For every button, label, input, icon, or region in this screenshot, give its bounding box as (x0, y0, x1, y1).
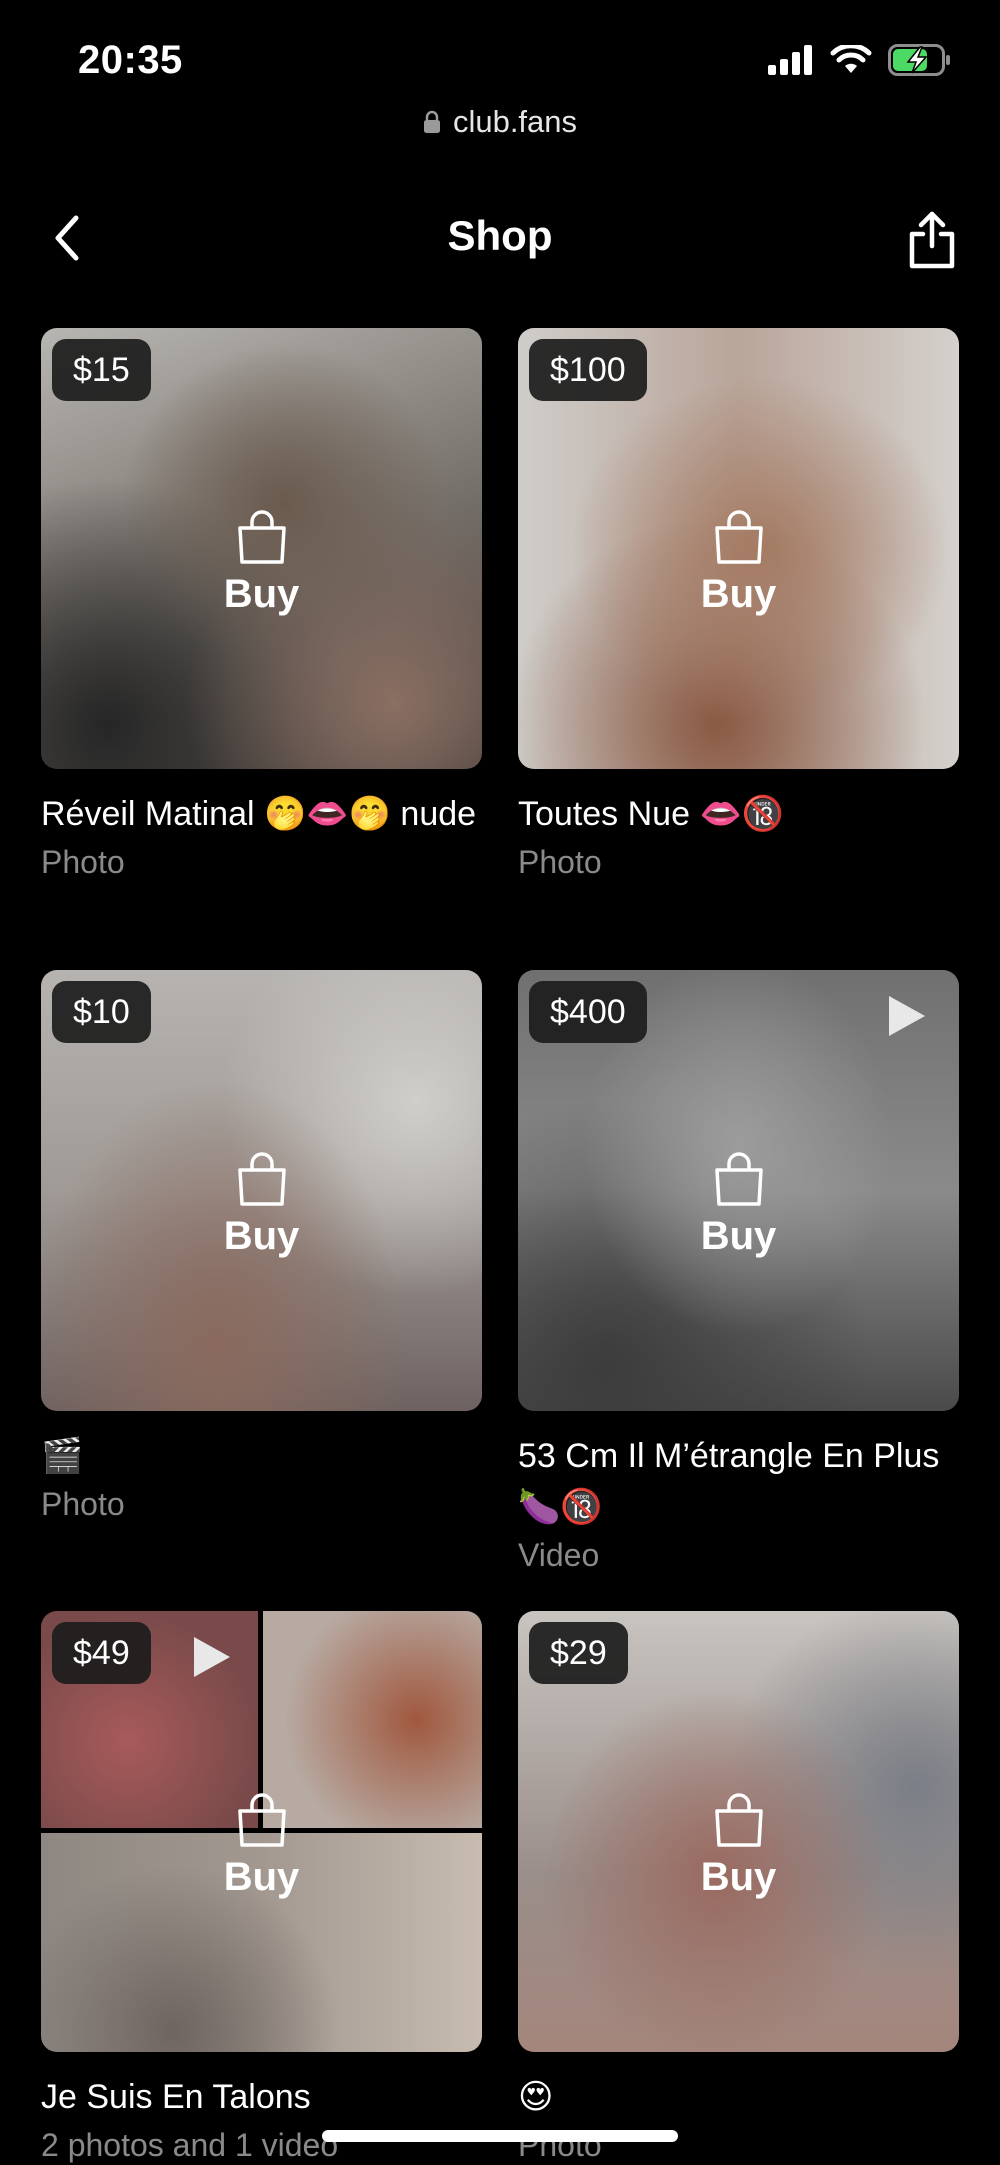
item-type: Photo (518, 844, 602, 880)
item-thumbnail[interactable]: $400 Buy (518, 970, 959, 1411)
price-badge: $100 (529, 339, 647, 401)
item-thumbnail[interactable]: $10 Buy (41, 970, 482, 1411)
item-thumbnail[interactable]: $29 Buy (518, 1611, 959, 2052)
item-title: 53 Cm Il M’étrangle En Plus 🍆🔞 (518, 1437, 940, 1526)
price-badge: $29 (529, 1622, 628, 1684)
page-title: Shop (447, 212, 553, 259)
buy-button[interactable]: Buy (518, 1150, 959, 1259)
shop-item-card[interactable]: $15 Buy Réveil Matinal 🤭👄🤭 nude Photo (41, 328, 482, 882)
status-icons (768, 44, 952, 76)
buy-label: Buy (700, 572, 777, 616)
item-thumbnail[interactable]: $15 Buy (41, 328, 482, 769)
shopping-bag-icon (714, 1152, 763, 1206)
play-icon (889, 996, 925, 1036)
buy-button[interactable]: Buy (518, 508, 959, 617)
shop-item-card[interactable]: $100 Buy Toutes Nue 👄🔞 Photo (518, 328, 959, 882)
buy-label: Buy (700, 1214, 777, 1258)
item-title: Réveil Matinal 🤭👄🤭 nude (41, 795, 477, 833)
url-bar[interactable]: club.fans (0, 104, 1000, 140)
buy-button[interactable]: Buy (518, 1791, 959, 1900)
shop-item-card[interactable]: $400 Buy 53 Cm Il M’étrangle En Plus 🍆🔞 … (518, 970, 959, 1575)
price-badge: $10 (52, 981, 151, 1043)
cellular-signal-icon (768, 45, 812, 75)
item-type: Photo (41, 844, 125, 880)
home-indicator[interactable] (322, 2130, 678, 2142)
price-badge: $15 (52, 339, 151, 401)
shopping-bag-icon (714, 1793, 763, 1847)
buy-label: Buy (223, 1855, 300, 1899)
buy-button[interactable]: Buy (41, 508, 482, 617)
item-title: Toutes Nue 👄🔞 (518, 795, 785, 833)
item-title: 😍 (518, 2078, 554, 2116)
shopping-bag-icon (237, 1152, 286, 1206)
buy-label: Buy (223, 572, 300, 616)
play-icon (194, 1637, 230, 1677)
item-title: Je Suis En Talons (41, 2078, 311, 2116)
buy-button[interactable]: Buy (41, 1150, 482, 1259)
price-badge: $49 (52, 1622, 151, 1684)
buy-label: Buy (700, 1855, 777, 1899)
lock-icon (423, 110, 440, 133)
buy-button[interactable]: Buy (41, 1791, 482, 1900)
wifi-icon (830, 45, 872, 73)
url-text: club.fans (452, 104, 578, 139)
shop-item-card[interactable]: $49 Buy Je Suis En Talons 2 photos and 1… (41, 1611, 482, 2165)
shopping-bag-icon (237, 1793, 286, 1847)
item-thumbnail[interactable]: $100 Buy (518, 328, 959, 769)
price-badge: $400 (529, 981, 647, 1043)
shop-item-card[interactable]: $10 Buy 🎬 Photo (41, 970, 482, 1524)
item-title: 🎬 (41, 1437, 84, 1475)
item-type: Video (518, 1537, 600, 1573)
share-icon[interactable] (904, 210, 960, 270)
item-thumbnail[interactable]: $49 Buy (41, 1611, 482, 2052)
item-type: Photo (41, 1486, 125, 1522)
shopping-bag-icon (237, 510, 286, 564)
status-time: 20:35 (78, 38, 183, 82)
shop-item-card[interactable]: $29 Buy 😍 Photo (518, 1611, 959, 2165)
shopping-bag-icon (714, 510, 763, 564)
battery-charging-icon (888, 44, 950, 76)
buy-label: Buy (223, 1214, 300, 1258)
